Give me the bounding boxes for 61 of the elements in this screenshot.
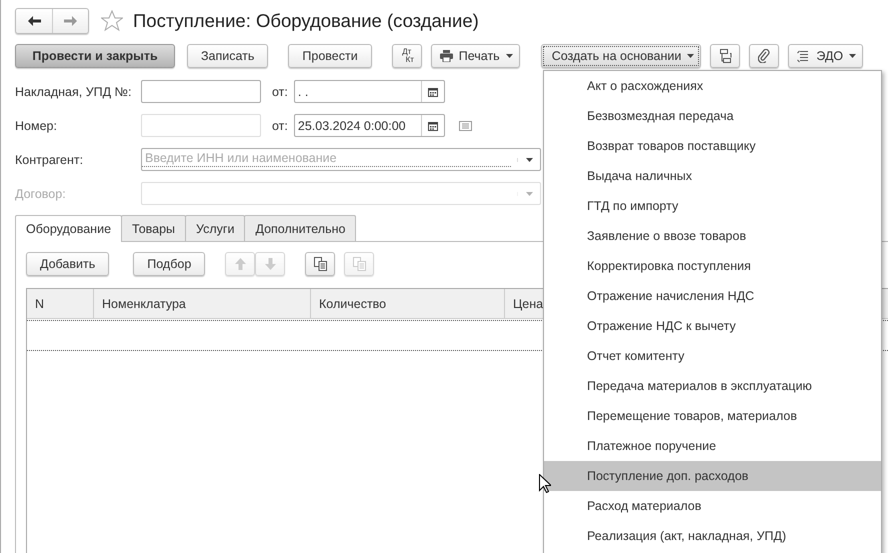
column-header[interactable]: Номенклатура	[94, 289, 311, 318]
menu-item[interactable]: ГТД по импорту	[544, 191, 881, 221]
printer-icon	[440, 50, 453, 62]
date-label: от:	[272, 84, 288, 98]
menu-item[interactable]: Заявление о ввозе товаров	[544, 221, 881, 251]
edo-button[interactable]: ЭДО	[788, 44, 864, 68]
menu-item[interactable]: Корректировка поступления	[544, 251, 881, 281]
calendar-icon	[428, 86, 438, 96]
up-arrow-icon	[234, 258, 246, 270]
star-icon[interactable]	[101, 10, 123, 32]
menu-item[interactable]: Платежное поручение	[544, 431, 881, 461]
print-button[interactable]: Печать	[430, 44, 520, 68]
paste-icon	[352, 257, 366, 271]
caret-icon	[687, 54, 694, 58]
field-label: Накладная, УПД №:	[15, 84, 132, 98]
menu-item[interactable]: Перемещение товаров, материалов	[544, 401, 881, 431]
structure-icon	[718, 49, 732, 63]
caret-icon	[506, 54, 513, 58]
document-exchange-icon	[797, 50, 810, 62]
calendar-icon	[428, 120, 438, 130]
right-arrow-icon	[64, 16, 77, 26]
create-based-on-button[interactable]: Создать на основании	[540, 44, 702, 68]
caret-icon	[526, 158, 532, 162]
menu-item[interactable]: Безвозмездная передача	[544, 101, 881, 131]
copy-icon	[314, 257, 327, 271]
menu-item[interactable]: Передача материалов в эксплуатацию	[544, 371, 881, 401]
menu-item[interactable]: Поступление доп. расходов	[544, 461, 881, 491]
number-field[interactable]	[141, 80, 261, 103]
menu-item[interactable]: Расход материалов	[544, 491, 881, 521]
window-title: Поступление: Оборудование (создание)	[133, 10, 479, 32]
menu-item[interactable]: Реализация (акт, накладная, УПД)	[544, 521, 881, 551]
menu-item[interactable]: Отчет комитенту	[544, 341, 881, 371]
field-label: Контрагент:	[15, 152, 84, 166]
date-label: от:	[272, 118, 288, 132]
column-header[interactable]: N	[27, 289, 94, 318]
menu-item[interactable]: Возврат товаров поставщику	[544, 131, 881, 161]
menu-item[interactable]: Выдача наличных	[544, 161, 881, 191]
paperclip-icon	[758, 49, 770, 63]
toolbar-button[interactable]: Записать	[187, 44, 268, 68]
comment-icon[interactable]	[458, 120, 472, 130]
table-button[interactable]: Подбор	[133, 252, 206, 276]
left-arrow-icon	[28, 16, 40, 26]
column-header[interactable]: Количество	[311, 289, 505, 318]
toolbar-button[interactable]: Провести	[288, 44, 372, 68]
copy-button[interactable]	[305, 252, 336, 276]
field-label: Договор:	[15, 186, 67, 200]
date-field[interactable]: . .	[294, 80, 445, 103]
caret-icon	[849, 54, 856, 58]
caret-icon	[526, 192, 532, 196]
tab[interactable]: Оборудование	[15, 215, 122, 242]
field-label: Номер:	[15, 118, 58, 132]
attach-button[interactable]	[749, 44, 780, 68]
tab[interactable]: Товары	[121, 215, 186, 241]
dt-kt-button[interactable]: Дт Кт	[392, 44, 422, 68]
menu-item[interactable]: Акт о расхождениях	[544, 71, 881, 101]
table-button[interactable]: Добавить	[26, 252, 110, 276]
post-and-close-button[interactable]: Провести и закрыть	[15, 44, 175, 68]
tab[interactable]: Дополнительно	[244, 215, 356, 241]
tab[interactable]: Услуги	[185, 215, 246, 241]
structure-button[interactable]	[710, 44, 740, 68]
down-arrow-icon	[264, 258, 276, 270]
